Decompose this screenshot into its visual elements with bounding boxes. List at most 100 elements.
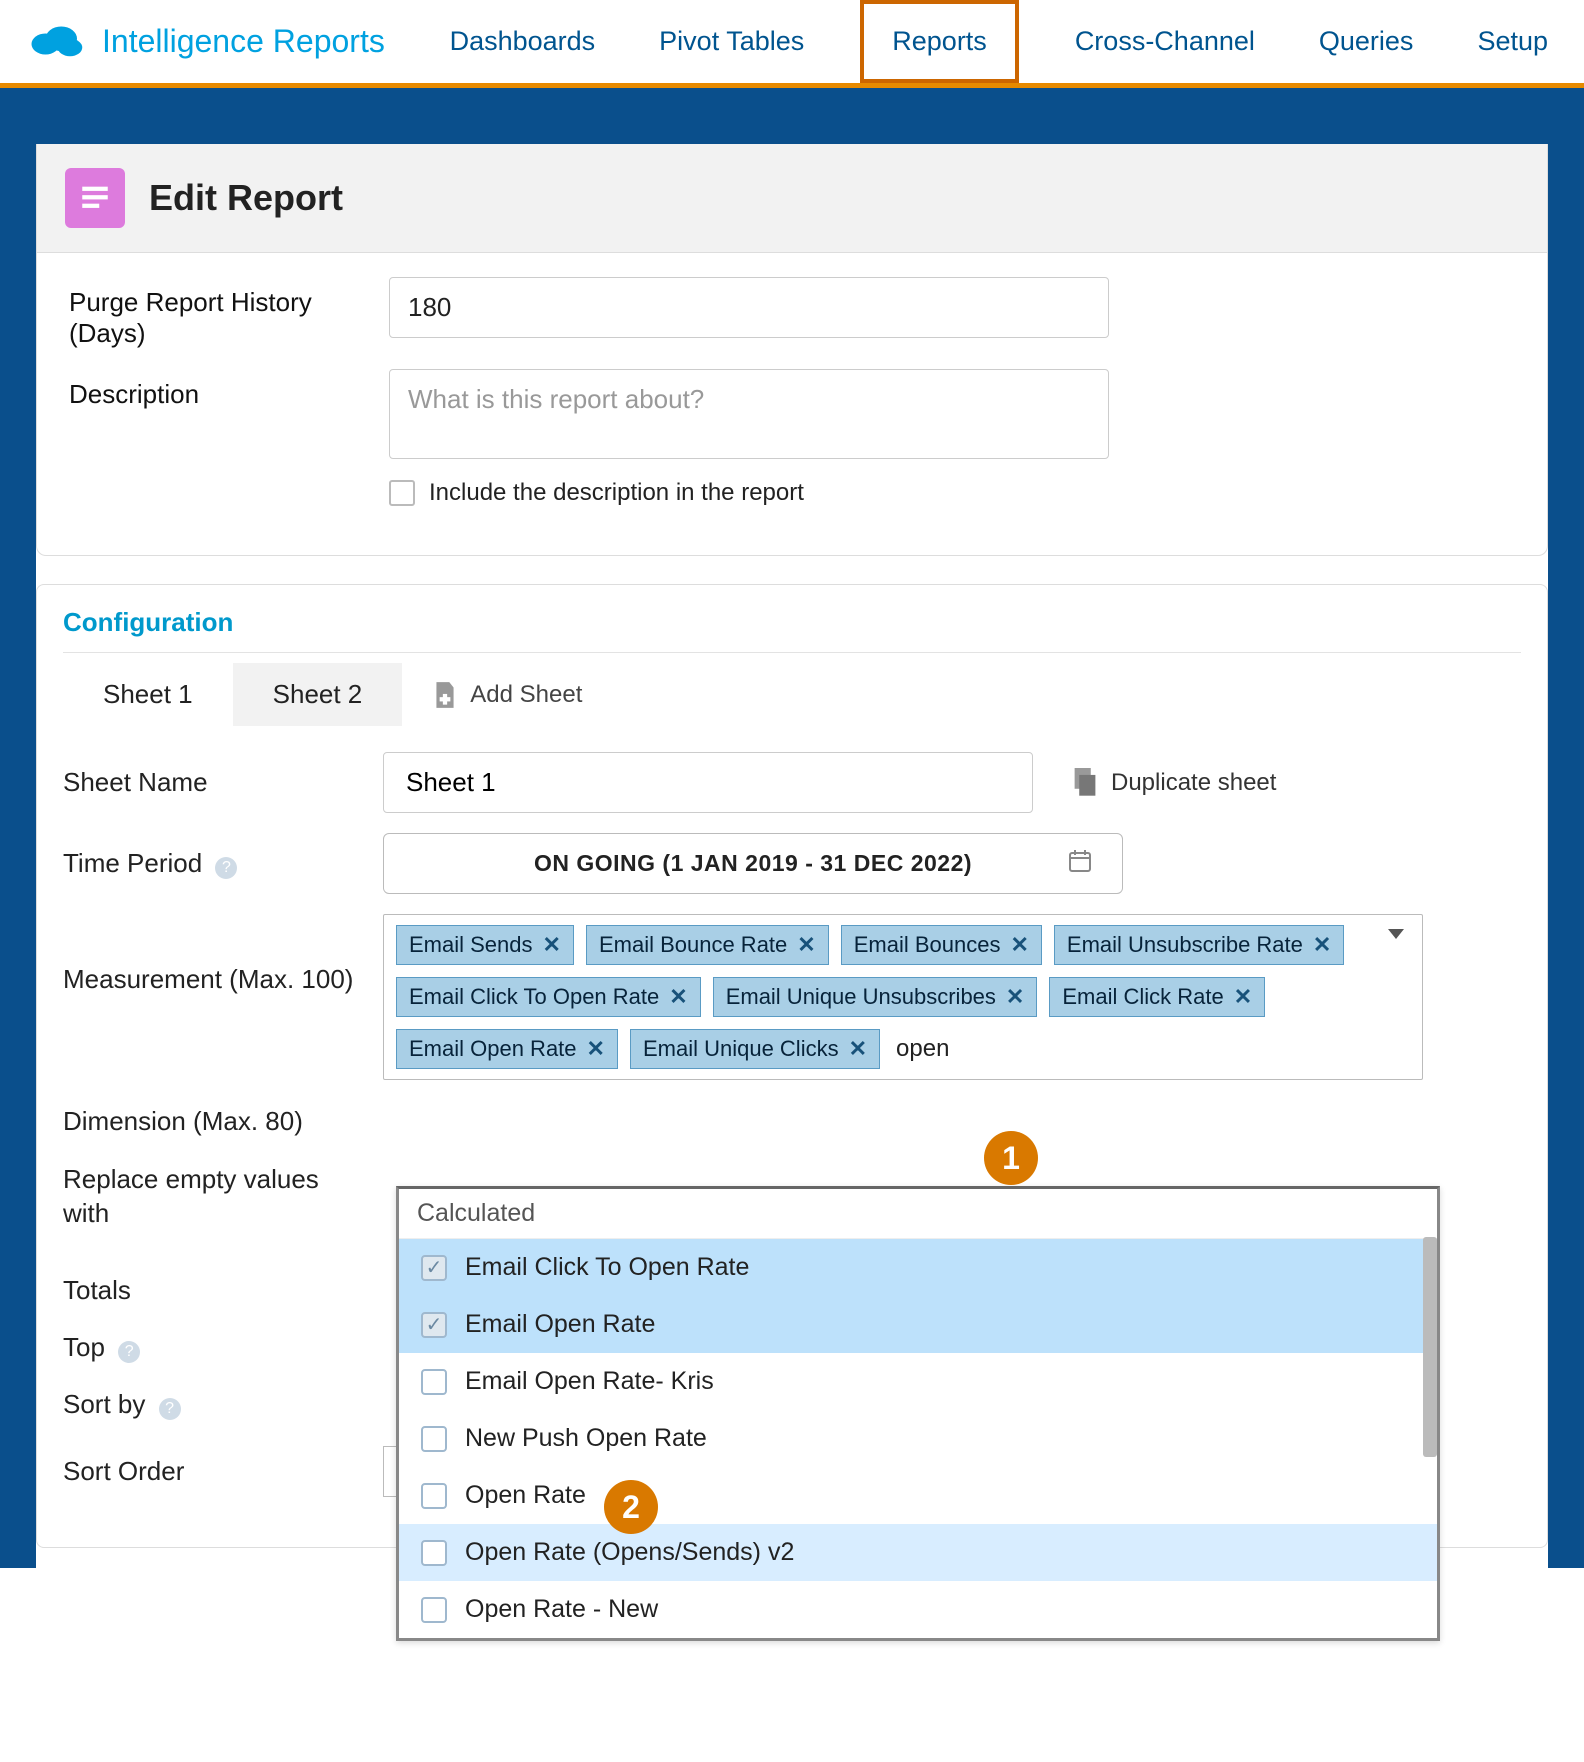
nav-pivot-tables[interactable]: Pivot Tables [651,0,812,83]
dropdown-item-email-click-to-open-rate[interactable]: Email Click To Open Rate [399,1239,1437,1296]
chip-label: Email Unique Unsubscribes [726,984,996,1010]
dropdown-item-open-rate-opens-sends-v2[interactable]: Open Rate (Opens/Sends) v2 [399,1524,1437,1581]
chip-label: Email Sends [409,932,533,958]
measurement-label: Measurement (Max. 100) [63,914,363,995]
sort-order-label: Sort Order [63,1456,363,1487]
page-title: Edit Report [149,177,343,219]
dropdown-item-label: Open Rate (Opens/Sends) v2 [465,1538,794,1567]
dropdown-group-calculated: Calculated [399,1189,1437,1239]
chip-remove-icon[interactable]: ✕ [587,1036,605,1062]
time-period-button[interactable]: ON GOING (1 JAN 2019 - 31 DEC 2022) [383,833,1123,894]
measurement-dropdown: Calculated Email Click To Open Rate Email… [396,1186,1440,1641]
help-icon[interactable]: ? [215,857,237,879]
chip-label: Email Unique Clicks [643,1036,839,1062]
checkbox[interactable] [421,1597,447,1623]
sheet-name-input[interactable] [383,752,1033,813]
brand-title: Intelligence Reports [102,23,385,60]
salesforce-cloud-icon [28,23,84,61]
chip-remove-icon[interactable]: ✕ [849,1036,867,1062]
top-nav: Intelligence Reports Dashboards Pivot Ta… [0,0,1584,88]
duplicate-sheet-button[interactable]: Duplicate sheet [1071,768,1276,798]
chip-label: Email Bounces [854,932,1001,958]
add-sheet-button[interactable]: Add Sheet [432,680,582,710]
chip-email-unique-unsubscribes[interactable]: Email Unique Unsubscribes ✕ [713,977,1038,1017]
chip-email-bounces[interactable]: Email Bounces ✕ [841,925,1042,965]
callout-1: 1 [984,1131,1038,1185]
dropdown-item-label: New Push Open Rate [465,1424,707,1453]
chip-remove-icon[interactable]: ✕ [1010,932,1028,958]
measurement-multiselect[interactable]: Email Sends ✕Email Bounce Rate ✕Email Bo… [383,914,1423,1080]
configuration-title: Configuration [63,607,1521,653]
dropdown-item-label: Open Rate [465,1481,586,1510]
measurement-search-text[interactable]: open [892,1029,953,1069]
add-sheet-label: Add Sheet [470,681,582,709]
nav-queries[interactable]: Queries [1311,0,1422,83]
chip-label: Email Click Rate [1062,984,1223,1010]
chip-label: Email Unsubscribe Rate [1067,932,1303,958]
help-icon[interactable]: ? [118,1341,140,1363]
time-period-value: ON GOING (1 JAN 2019 - 31 DEC 2022) [534,850,972,877]
nav-reports[interactable]: Reports [860,0,1019,83]
dropdown-item-label: Email Open Rate [465,1310,655,1339]
chip-label: Email Click To Open Rate [409,984,659,1010]
dropdown-item-email-open-rate-kris[interactable]: Email Open Rate- Kris [399,1353,1437,1410]
purge-input[interactable] [389,277,1109,338]
checkbox[interactable] [421,1369,447,1395]
chip-remove-icon[interactable]: ✕ [1313,932,1331,958]
dropdown-item-open-rate-new[interactable]: Open Rate - New [399,1581,1437,1638]
duplicate-icon [1071,768,1099,798]
nav-items: Dashboards Pivot Tables Reports Cross-Ch… [442,0,1556,83]
sheet-name-label: Sheet Name [63,767,363,798]
dropdown-item-email-open-rate[interactable]: Email Open Rate [399,1296,1437,1353]
dimension-label: Dimension (Max. 80) [63,1106,1521,1137]
checkbox[interactable] [421,1540,447,1566]
add-sheet-icon [432,680,458,710]
checkbox[interactable] [421,1426,447,1452]
include-description-label: Include the description in the report [429,479,804,507]
duplicate-sheet-label: Duplicate sheet [1111,769,1276,797]
dropdown-item-open-rate[interactable]: Open Rate [399,1467,1437,1524]
purge-label: Purge Report History (Days) [69,277,369,349]
checkbox[interactable] [421,1255,447,1281]
page-header: Edit Report [36,144,1548,253]
checkbox[interactable] [421,1312,447,1338]
dropdown-item-label: Open Rate - New [465,1595,658,1624]
chip-email-unique-clicks[interactable]: Email Unique Clicks ✕ [630,1029,880,1069]
tab-sheet-2[interactable]: Sheet 2 [233,663,403,726]
chip-remove-icon[interactable]: ✕ [1234,984,1252,1010]
chip-email-unsubscribe-rate[interactable]: Email Unsubscribe Rate ✕ [1054,925,1344,965]
checkbox[interactable] [421,1483,447,1509]
description-textarea[interactable]: What is this report about? [389,369,1109,459]
dropdown-item-new-push-open-rate[interactable]: New Push Open Rate [399,1410,1437,1467]
calendar-icon [1068,849,1092,879]
callout-2: 2 [604,1480,658,1534]
tab-sheet-1[interactable]: Sheet 1 [63,663,233,726]
dropdown-item-label: Email Click To Open Rate [465,1253,749,1282]
sheet-tabs: Sheet 1 Sheet 2 Add Sheet [63,663,1521,726]
chip-email-open-rate[interactable]: Email Open Rate ✕ [396,1029,618,1069]
dropdown-item-label: Email Open Rate- Kris [465,1367,714,1396]
chip-email-bounce-rate[interactable]: Email Bounce Rate ✕ [586,925,829,965]
form-card: Purge Report History (Days) Description … [36,253,1548,556]
report-icon [65,168,125,228]
nav-setup[interactable]: Setup [1469,0,1556,83]
chip-email-sends[interactable]: Email Sends ✕ [396,925,574,965]
include-description-checkbox[interactable] [389,480,415,506]
chip-label: Email Open Rate [409,1036,577,1062]
chip-remove-icon[interactable]: ✕ [1006,984,1024,1010]
chip-remove-icon[interactable]: ✕ [669,984,687,1010]
chip-email-click-rate[interactable]: Email Click Rate ✕ [1049,977,1265,1017]
chip-remove-icon[interactable]: ✕ [543,932,561,958]
chip-remove-icon[interactable]: ✕ [797,932,815,958]
description-label: Description [69,369,369,410]
nav-cross-channel[interactable]: Cross-Channel [1067,0,1263,83]
chip-label: Email Bounce Rate [599,932,787,958]
blue-band [0,88,1584,144]
nav-dashboards[interactable]: Dashboards [442,0,604,83]
chevron-down-icon[interactable] [1388,929,1404,939]
replace-empty-label: Replace empty values with [63,1163,363,1231]
scrollbar-thumb[interactable] [1423,1237,1437,1457]
chip-email-click-to-open-rate[interactable]: Email Click To Open Rate ✕ [396,977,701,1017]
time-period-label: Time Period ? [63,848,363,879]
help-icon[interactable]: ? [159,1398,181,1420]
